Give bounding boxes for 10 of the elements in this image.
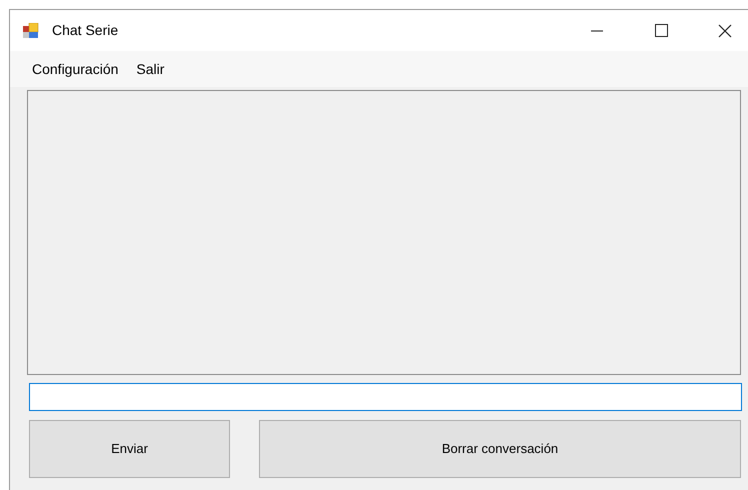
menu-item[interactable]: Salir [130,58,170,80]
clear-conversation-button[interactable]: Borrar conversación [259,420,741,478]
send-button[interactable]: Enviar [29,420,230,478]
maximize-icon [654,24,668,37]
app-icon [23,22,39,38]
close-icon [718,24,732,38]
message-field[interactable] [29,383,742,411]
menu-item[interactable]: Configuración [26,58,124,80]
minimize-icon [591,30,603,32]
window-title: Chat Serie [52,21,118,40]
